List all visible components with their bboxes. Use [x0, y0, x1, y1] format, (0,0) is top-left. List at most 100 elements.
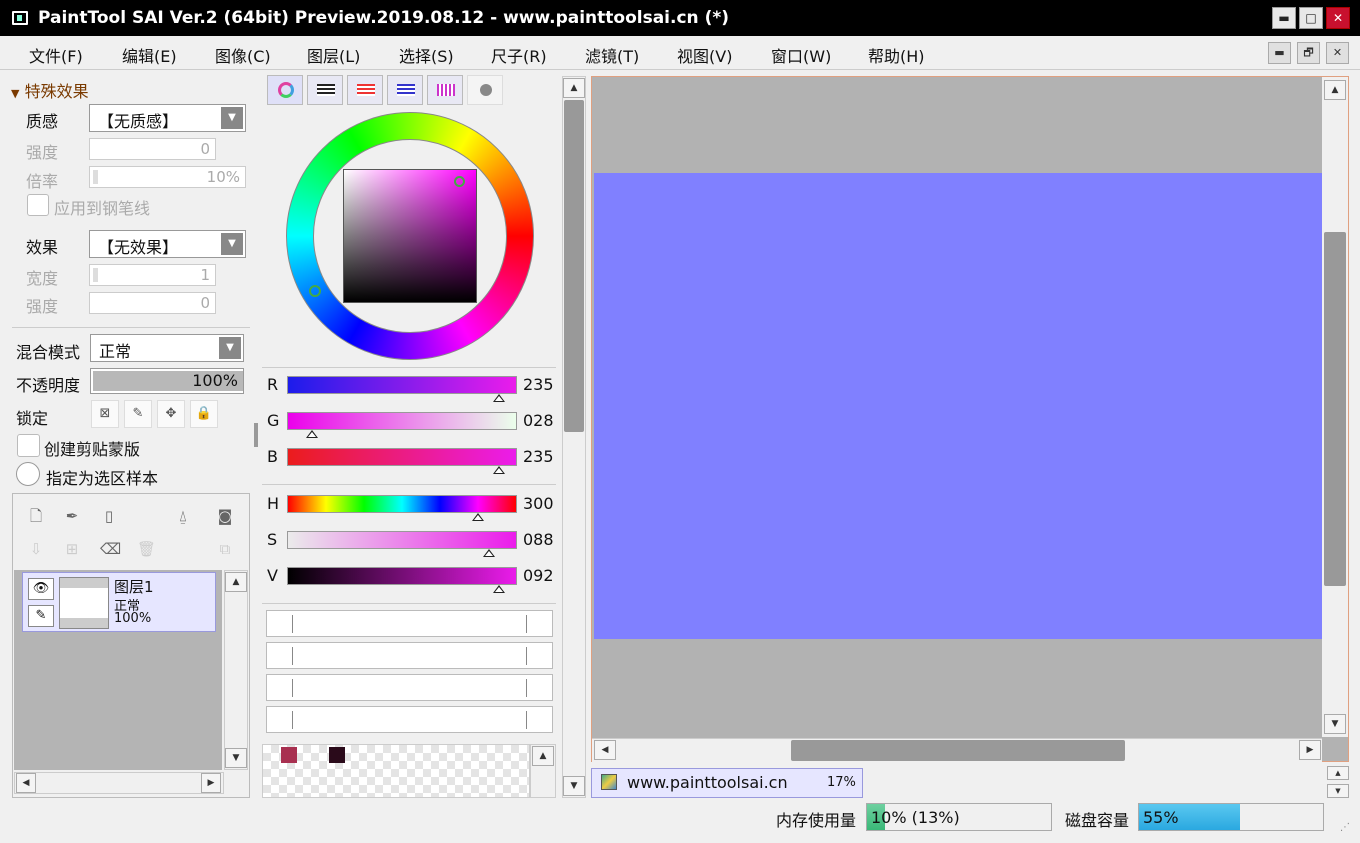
- menu-image[interactable]: 图像(C): [215, 43, 271, 67]
- v-slider-thumb[interactable]: [492, 585, 505, 593]
- panel-resize-handle[interactable]: [254, 423, 258, 447]
- resize-grip-icon[interactable]: ⋰: [1340, 822, 1352, 834]
- texture-select[interactable]: 【无质感】 ▼: [89, 104, 246, 132]
- layer-list-hscrollbar[interactable]: [14, 772, 224, 794]
- scroll-left-icon[interactable]: ◀: [16, 773, 36, 793]
- selection-sample-radio[interactable]: [16, 462, 40, 486]
- document-tab[interactable]: www.painttoolsai.cn 17%: [591, 768, 863, 798]
- clip-mask-checkbox[interactable]: [17, 434, 40, 457]
- swatch-tab-icon[interactable]: [427, 75, 463, 105]
- scroll-up-icon[interactable]: ▲: [532, 746, 554, 766]
- s-slider-thumb[interactable]: [483, 549, 496, 557]
- sv-picker-marker[interactable]: [454, 176, 465, 187]
- custom-slider-4[interactable]: [266, 706, 553, 733]
- g-slider-thumb[interactable]: [306, 430, 319, 438]
- menu-filter[interactable]: 滤镜(T): [585, 43, 639, 67]
- mdi-restore-button[interactable]: 🗗: [1297, 42, 1320, 64]
- blend-mode-select[interactable]: 正常 ▼: [90, 334, 244, 362]
- lock-transparency-icon[interactable]: ⊠: [91, 400, 119, 428]
- lock-move-icon[interactable]: ✥: [157, 400, 185, 428]
- s-slider[interactable]: [287, 531, 517, 549]
- mdi-minimize-button[interactable]: ▬: [1268, 42, 1291, 64]
- strength-input[interactable]: 0: [89, 138, 216, 160]
- effects-section-toggle[interactable]: ▼ 特殊效果: [11, 78, 89, 102]
- scroll-right-icon[interactable]: ▶: [201, 773, 221, 793]
- transfer-down-icon[interactable]: ⊞: [63, 540, 81, 558]
- new-folder-icon[interactable]: ▯: [100, 507, 118, 525]
- apply-pen-checkbox[interactable]: [27, 194, 49, 216]
- b-slider[interactable]: [287, 448, 517, 466]
- canvas-document[interactable]: [594, 173, 1322, 639]
- scroll-down-icon[interactable]: ▼: [1324, 714, 1346, 734]
- menu-ruler[interactable]: 尺子(R): [491, 43, 547, 67]
- close-button[interactable]: ✕: [1326, 7, 1350, 29]
- strength-label: 强度: [26, 143, 59, 162]
- g-slider[interactable]: [287, 412, 517, 430]
- swatch-color[interactable]: [281, 747, 297, 763]
- scroll-up-icon[interactable]: ▲: [563, 78, 585, 98]
- scroll-down-icon[interactable]: ▼: [225, 748, 247, 768]
- width-slider[interactable]: 1: [89, 264, 216, 286]
- layer-list-scrollbar[interactable]: [224, 570, 248, 770]
- menu-file[interactable]: 文件(F): [29, 43, 83, 67]
- custom-slider-3[interactable]: [266, 674, 553, 701]
- h-slider-thumb[interactable]: [471, 513, 484, 521]
- hsv-slider-tab-icon[interactable]: [347, 75, 383, 105]
- r-slider-thumb[interactable]: [492, 394, 505, 402]
- width-slider-thumb[interactable]: [93, 268, 98, 282]
- scroll-up-icon[interactable]: ▲: [225, 572, 247, 592]
- effect-strength-input[interactable]: 0: [89, 292, 216, 314]
- hue-picker-marker[interactable]: [309, 285, 321, 297]
- mdi-close-button[interactable]: ✕: [1326, 42, 1349, 64]
- canvas-hscroll-thumb[interactable]: [791, 740, 1125, 761]
- custom-slider-2[interactable]: [266, 642, 553, 669]
- swatch-palette[interactable]: [262, 744, 530, 798]
- trash-icon[interactable]: 🗑: [137, 540, 156, 558]
- eye-icon[interactable]: 👁: [28, 578, 54, 600]
- h-slider[interactable]: [287, 495, 517, 513]
- minimize-button[interactable]: ▬: [1272, 7, 1296, 29]
- custom-slider-1[interactable]: [266, 610, 553, 637]
- effect-select[interactable]: 【无效果】 ▼: [89, 230, 246, 258]
- opacity-slider[interactable]: 100%: [90, 368, 244, 394]
- tab-scroll-down-icon[interactable]: ▼: [1327, 784, 1349, 798]
- rgb-slider-tab-icon[interactable]: [307, 75, 343, 105]
- scroll-down-icon[interactable]: ▼: [563, 776, 585, 796]
- swatch-color[interactable]: [329, 747, 345, 763]
- chevron-down-icon: ▼: [221, 233, 243, 255]
- pencil-icon[interactable]: ✎: [28, 605, 54, 627]
- color-wheel-tab-icon[interactable]: [267, 75, 303, 105]
- layer-mask-icon[interactable]: ◙: [216, 507, 234, 525]
- clear-layer-icon[interactable]: ⌫: [100, 540, 121, 558]
- menu-view[interactable]: 视图(V): [677, 43, 732, 67]
- saturation-value-square[interactable]: [343, 169, 477, 303]
- canvas-vscroll-thumb[interactable]: [1324, 232, 1346, 586]
- scrollbar-thumb[interactable]: [564, 100, 584, 432]
- layer-item[interactable]: 👁 ✎ 图层1 正常 100%: [22, 572, 216, 632]
- menu-edit[interactable]: 编辑(E): [122, 43, 177, 67]
- b-slider-thumb[interactable]: [492, 466, 505, 474]
- v-slider[interactable]: [287, 567, 517, 585]
- tab-scroll-up-icon[interactable]: ▲: [1327, 766, 1349, 780]
- menu-window[interactable]: 窗口(W): [771, 43, 831, 67]
- layer-effect-icon[interactable]: ⍙: [174, 507, 192, 525]
- scratchpad-tab-icon[interactable]: [467, 75, 503, 105]
- scroll-right-icon[interactable]: ▶: [1299, 740, 1321, 760]
- scroll-left-icon[interactable]: ◀: [594, 740, 616, 760]
- lock-paint-icon[interactable]: ✎: [124, 400, 152, 428]
- mixer-tab-icon[interactable]: [387, 75, 423, 105]
- new-layer-icon[interactable]: 🗋: [27, 507, 45, 525]
- maximize-button[interactable]: □: [1299, 7, 1323, 29]
- r-slider[interactable]: [287, 376, 517, 394]
- scale-slider[interactable]: 10%: [89, 166, 246, 188]
- duplicate-layer-icon[interactable]: ⧉: [216, 540, 234, 558]
- menu-select[interactable]: 选择(S): [399, 43, 454, 67]
- lock-all-icon[interactable]: 🔒: [190, 400, 218, 428]
- width-value: 1: [200, 266, 210, 284]
- merge-down-icon[interactable]: ⇩: [27, 540, 45, 558]
- menu-layer[interactable]: 图层(L): [307, 43, 360, 67]
- new-linework-layer-icon[interactable]: ✒: [63, 507, 81, 525]
- scale-slider-thumb[interactable]: [93, 170, 98, 184]
- menu-help[interactable]: 帮助(H): [868, 43, 925, 67]
- scroll-up-icon[interactable]: ▲: [1324, 80, 1346, 100]
